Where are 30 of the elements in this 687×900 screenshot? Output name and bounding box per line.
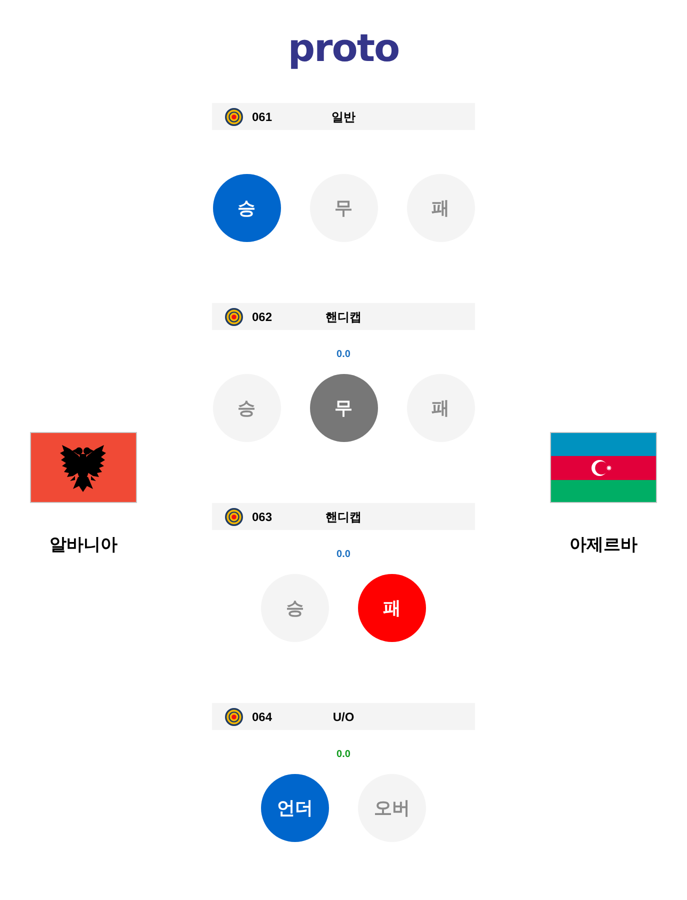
choice-button[interactable]: 언더 [261,774,329,842]
market-code: 061 [252,110,272,124]
target-icon [225,708,243,726]
target-icon [225,508,243,526]
line-value: 0.0 [336,349,350,361]
market-type: 핸디캡 [326,510,362,524]
choice-button[interactable]: 무 [310,374,378,442]
market-code: 063 [252,510,272,524]
albania-flag-icon [30,432,137,503]
logo: proto [288,26,400,70]
market-type: 핸디캡 [326,310,362,324]
choice-button[interactable]: 오버 [358,774,426,842]
team-name: 아제르바 [570,534,638,556]
market-code: 064 [252,710,272,724]
target-icon [225,108,243,126]
choice-button[interactable]: 승 [212,174,280,242]
market-code: 062 [252,310,272,324]
target-icon [225,308,243,326]
market-type: 일반 [332,110,356,124]
line-value: 0.0 [336,549,350,561]
choice-button[interactable]: 패 [406,174,474,242]
line-value: 0.0 [336,749,350,761]
choice-button[interactable]: 패 [406,374,474,442]
choice-button[interactable]: 패 [358,574,426,642]
market-type: U/O [332,710,354,724]
choice-button[interactable]: 승 [261,574,329,642]
choice-button[interactable]: 승 [212,374,280,442]
choice-button[interactable]: 무 [310,174,378,242]
azerbaijan-flag-icon [550,432,657,503]
team-name: 알바니아 [50,534,118,556]
